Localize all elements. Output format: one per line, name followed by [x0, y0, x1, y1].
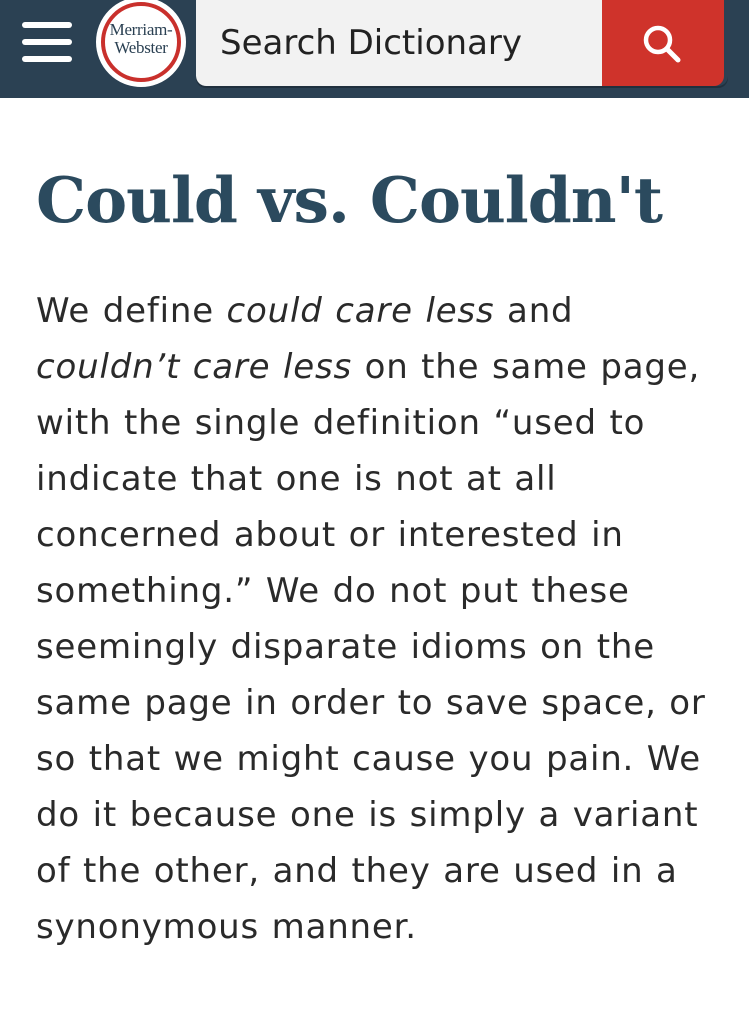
logo-line-2: Webster: [114, 38, 168, 57]
paragraph-text-1: We define: [36, 291, 227, 331]
merriam-webster-logo[interactable]: Merriam- Webster: [96, 0, 186, 87]
search-icon: [643, 25, 681, 63]
article-title: Could vs. Couldn't: [36, 163, 663, 237]
search-input[interactable]: [196, 0, 602, 86]
paragraph-text-3: on the same page, with the single defini…: [36, 347, 706, 947]
logo-text: Merriam- Webster: [98, 21, 184, 57]
paragraph-text-2: and: [494, 291, 574, 331]
site-header: Merriam- Webster: [0, 0, 749, 98]
search-bar: [196, 0, 728, 86]
search-button[interactable]: [602, 0, 724, 86]
phrase-could-care-less: could care less: [226, 291, 495, 331]
article-content: Could vs. Couldn't We define could care …: [36, 160, 726, 955]
logo-line-1: Merriam-: [109, 20, 173, 39]
article-paragraph: We define could care less and couldn’t c…: [36, 283, 726, 955]
hamburger-menu-icon[interactable]: [22, 22, 72, 62]
phrase-couldnt-care-less: couldn’t care less: [36, 347, 352, 387]
